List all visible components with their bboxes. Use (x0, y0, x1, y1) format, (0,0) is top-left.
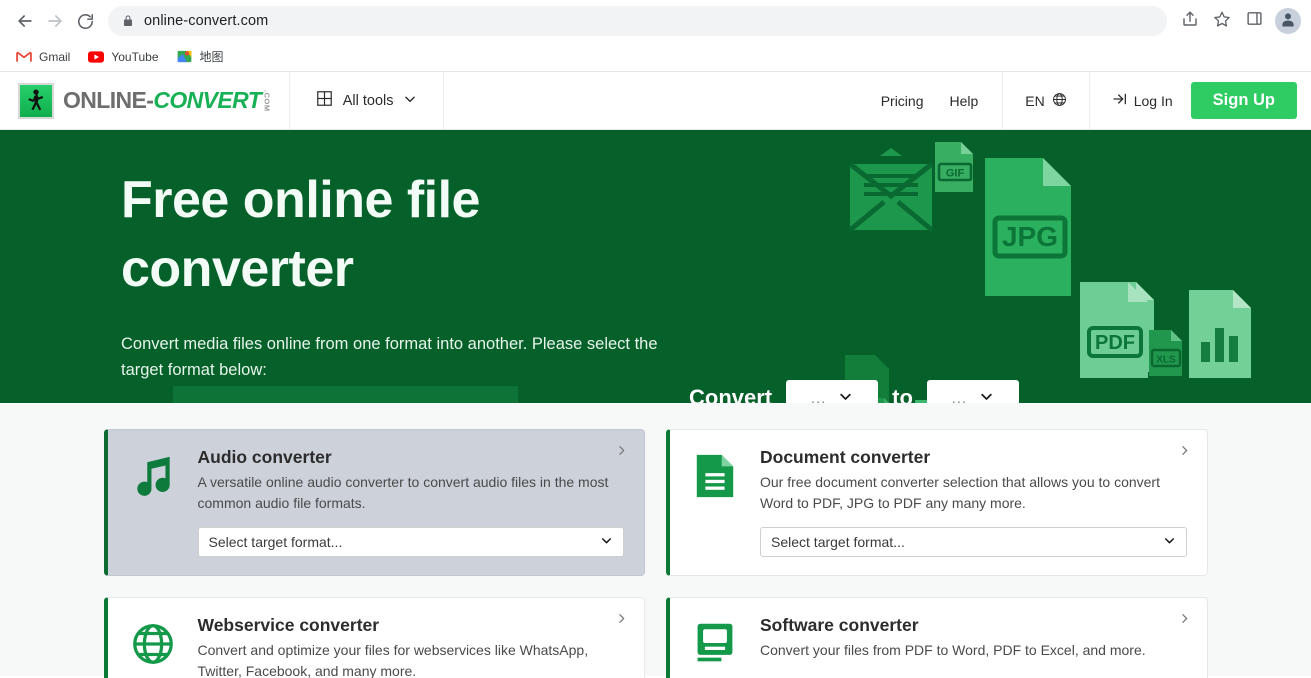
select-value: Select target format... (208, 534, 343, 550)
login-link[interactable]: Log In (1112, 91, 1173, 110)
url-text: online-convert.com (144, 13, 269, 29)
gmail-icon (16, 49, 32, 65)
card-body: Webservice converter Convert and optimiz… (198, 615, 625, 678)
all-tools-label: All tools (342, 92, 394, 109)
address-bar[interactable]: online-convert.com (108, 6, 1167, 36)
all-tools-menu[interactable]: All tools (290, 72, 445, 129)
browser-chrome: online-convert.com Gmail YouTube 地图 (0, 0, 1311, 72)
card-title: Document converter (760, 447, 931, 467)
document-target-format-select[interactable]: Select target format... (760, 527, 1187, 557)
bookmark-label: Gmail (39, 49, 71, 64)
bookmark-maps[interactable]: 地图 (171, 45, 232, 68)
document-icon (688, 447, 742, 557)
nav-link-help[interactable]: Help (949, 93, 978, 109)
login-arrow-icon (1112, 91, 1128, 110)
side-panel-button[interactable] (1239, 6, 1269, 36)
bookmarks-bar: Gmail YouTube 地图 (0, 42, 1311, 72)
language-label: EN (1025, 92, 1045, 109)
auth-actions: Log In Sign Up (1090, 72, 1311, 129)
site-header: ONLINE-CONVERT .COM All tools Pricing He… (0, 72, 1311, 130)
converter-cards-section: Audio converter A versatile online audio… (0, 403, 1311, 678)
card-description: Convert and optimize your files for webs… (197, 642, 589, 678)
target-format-select[interactable]: ... (926, 380, 1019, 404)
logo-text-suffix: .COM (262, 90, 272, 112)
chevron-down-icon (600, 534, 613, 550)
share-icon (1181, 10, 1199, 33)
star-icon (1213, 10, 1231, 33)
bookmark-gmail[interactable]: Gmail (10, 46, 78, 68)
google-maps-icon (177, 49, 193, 65)
card-webservice-converter[interactable]: Webservice converter Convert and optimiz… (103, 597, 645, 678)
chevron-down-icon (838, 389, 853, 404)
reload-button[interactable] (70, 6, 100, 36)
grid-icon (316, 90, 333, 111)
chevron-right-icon[interactable] (1178, 612, 1191, 630)
hero-section: GIF JPG XLS PDF Free online file convert… (0, 130, 1311, 403)
card-body: Audio converter A versatile online audio… (197, 447, 624, 557)
source-format-value: ... (810, 389, 827, 404)
bookmark-label: YouTube (111, 49, 159, 64)
online-convert-logo-icon (18, 82, 54, 119)
youtube-icon (88, 49, 105, 65)
card-body: Document converter Our free document con… (760, 447, 1187, 557)
bookmark-youtube[interactable]: YouTube (82, 46, 166, 68)
logo-text-primary: ONLINE- (63, 87, 154, 113)
back-button[interactable] (10, 6, 40, 36)
hero-content: Free online file converter Convert media… (0, 130, 1311, 383)
forward-button[interactable] (40, 6, 70, 36)
card-title: Software converter (760, 615, 919, 635)
page-title: Free online file converter (121, 171, 480, 299)
profile-button[interactable] (1275, 8, 1301, 34)
computer-icon (688, 615, 742, 678)
back-arrow-icon (15, 11, 35, 31)
site-logo[interactable]: ONLINE-CONVERT .COM (0, 72, 290, 129)
bookmark-label: 地图 (199, 50, 224, 64)
header-nav-links: Pricing Help (881, 72, 1003, 129)
globe-icon (126, 615, 180, 678)
header-spacer (444, 72, 880, 129)
signup-button[interactable]: Sign Up (1190, 82, 1297, 119)
logo-text-accent: CONVERT (153, 87, 262, 113)
card-audio-converter[interactable]: Audio converter A versatile online audio… (103, 429, 645, 576)
music-note-icon (126, 447, 180, 557)
card-document-converter[interactable]: Document converter Our free document con… (666, 429, 1208, 576)
share-button[interactable] (1175, 6, 1205, 36)
card-description: Our free document converter selection th… (760, 474, 1160, 511)
target-format-value: ... (951, 389, 968, 404)
chevron-right-icon[interactable] (615, 612, 628, 630)
profile-avatar-icon (1279, 10, 1297, 33)
card-title: Audio converter (197, 447, 332, 467)
login-label: Log In (1133, 92, 1173, 109)
hero-subtitle: Convert media files online from one form… (121, 335, 658, 379)
card-description: Convert your files from PDF to Word, PDF… (760, 642, 1146, 658)
select-value: Select target format... (771, 534, 905, 550)
browser-toolbar: online-convert.com (0, 0, 1311, 42)
lock-icon (122, 14, 134, 28)
convert-label: Convert (689, 385, 773, 403)
card-title: Webservice converter (197, 615, 380, 635)
card-body: Software converter Convert your files fr… (760, 615, 1187, 678)
bookmark-button[interactable] (1207, 6, 1237, 36)
reload-icon (76, 12, 95, 31)
card-software-converter[interactable]: Software converter Convert your files fr… (666, 597, 1208, 678)
card-description: A versatile online audio converter to co… (197, 474, 609, 511)
convert-widget: Convert ... to ... (689, 380, 1019, 403)
side-panel-icon (1246, 10, 1263, 32)
forward-arrow-icon (45, 11, 65, 31)
chevron-down-icon (403, 92, 417, 110)
chevron-right-icon[interactable] (615, 444, 628, 462)
chevron-right-icon[interactable] (1178, 444, 1191, 462)
chevron-down-icon (979, 389, 994, 404)
audio-target-format-select[interactable]: Select target format... (197, 527, 624, 557)
browser-actions (1175, 6, 1301, 36)
to-label: to (892, 385, 913, 403)
source-format-select[interactable]: ... (786, 380, 879, 404)
chevron-down-icon (1163, 534, 1176, 550)
globe-icon (1052, 92, 1067, 110)
nav-link-pricing[interactable]: Pricing (881, 93, 924, 109)
converter-cards-grid: Audio converter A versatile online audio… (103, 429, 1208, 678)
language-selector[interactable]: EN (1002, 72, 1090, 129)
